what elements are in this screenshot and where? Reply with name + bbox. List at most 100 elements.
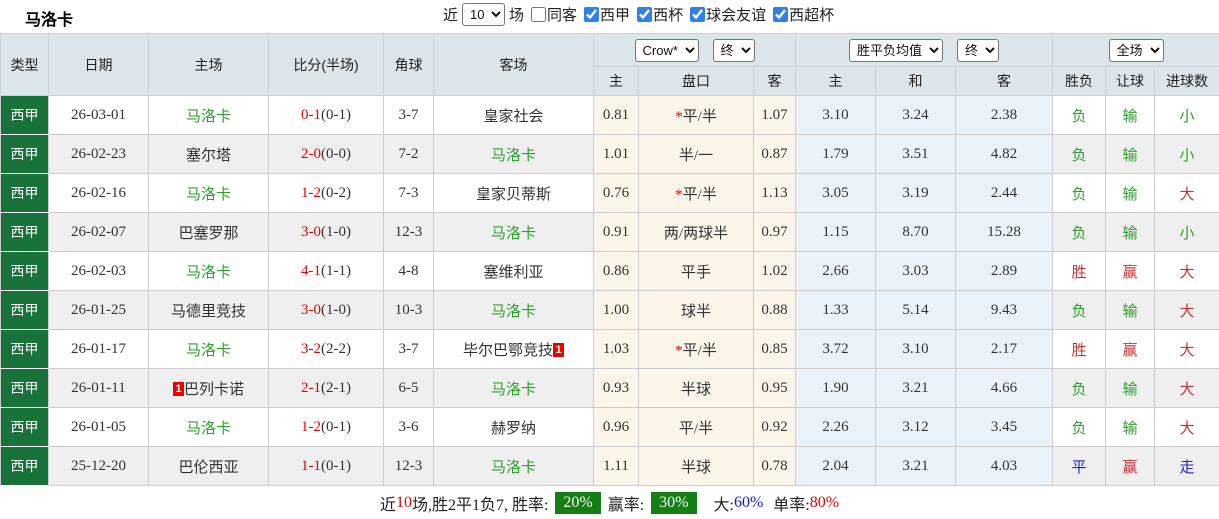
home-team-name[interactable]: 塞尔塔	[186, 148, 231, 164]
home-team-name[interactable]: 马洛卡	[186, 265, 231, 281]
checkbox-cup[interactable]: 西杯	[637, 4, 683, 25]
mean-draw-cell: 3.51	[876, 135, 956, 174]
checkbox-same-away[interactable]: 同客	[531, 4, 577, 25]
result-cell: 负	[1053, 369, 1106, 408]
handicap-star: *	[675, 109, 683, 125]
match-history-table: 类型 日期 主场 比分(半场) 角球 客场 Crow* 终 胜平负均值 终 全场	[0, 33, 1219, 486]
away-team-name[interactable]: 赫罗纳	[491, 421, 536, 437]
away-odds-cell: 1.13	[754, 174, 796, 213]
handicap-result-cell: 输	[1106, 369, 1155, 408]
score-cell: 0-1(0-1)	[269, 96, 384, 135]
same-away-checkbox[interactable]	[531, 7, 546, 22]
handicap-cell: 两/两球半	[639, 213, 754, 252]
mean-away-cell: 4.03	[956, 447, 1053, 486]
away-team-name[interactable]: 皇家社会	[483, 109, 543, 125]
mean-home-cell: 1.15	[796, 213, 876, 252]
mean-away-cell: 15.28	[956, 213, 1053, 252]
home-team-name[interactable]: 巴塞罗那	[178, 226, 238, 242]
home-odds-cell: 0.86	[594, 252, 639, 291]
mean-away-cell: 4.82	[956, 135, 1053, 174]
halftime-score: (0-2)	[321, 185, 351, 201]
home-team-name[interactable]: 马洛卡	[186, 421, 231, 437]
mean-draw-cell: 3.21	[876, 447, 956, 486]
away-team-name[interactable]: 毕尔巴鄂竞技	[463, 343, 553, 359]
corners-cell: 3-7	[384, 330, 434, 369]
corners-cell: 7-2	[384, 135, 434, 174]
score-cell: 4-1(1-1)	[269, 252, 384, 291]
away-odds-cell: 0.88	[754, 291, 796, 330]
away-team-name[interactable]: 马洛卡	[491, 382, 536, 398]
score-cell: 2-0(0-0)	[269, 135, 384, 174]
corners-cell: 7-3	[384, 174, 434, 213]
handicap-cell: 球半	[639, 291, 754, 330]
games-label: 场	[509, 4, 524, 25]
away-team-cell: 马洛卡	[434, 447, 594, 486]
halftime-score: (0-0)	[321, 146, 351, 162]
home-team-cell: 巴塞罗那	[149, 213, 269, 252]
recent-count-select[interactable]: 10	[462, 3, 505, 26]
checkbox-league[interactable]: 西甲	[584, 4, 630, 25]
cup-checkbox[interactable]	[637, 7, 652, 22]
league-checkbox[interactable]	[584, 7, 599, 22]
goals-result-cell: 大	[1155, 369, 1219, 408]
away-team-name[interactable]: 马洛卡	[491, 148, 536, 164]
home-team-name[interactable]: 马德里竞技	[171, 304, 246, 320]
sub-header-mean-home: 主	[796, 67, 876, 96]
sub-header-goals: 进球数	[1155, 67, 1219, 96]
mean-draw-cell: 3.21	[876, 369, 956, 408]
odds-company-select[interactable]: Crow*	[635, 39, 699, 62]
away-team-name[interactable]: 马洛卡	[491, 304, 536, 320]
league-cell: 西甲	[1, 291, 49, 330]
filter-controls: 近 10 场 同客 西甲 西杯 球会友谊 西超杯	[443, 3, 834, 26]
mean-state-select[interactable]: 终	[957, 39, 999, 62]
away-odds-cell: 1.07	[754, 96, 796, 135]
sub-header-odds-home: 主	[594, 67, 639, 96]
checkbox-friendly[interactable]: 球会友谊	[690, 4, 766, 25]
scope-select[interactable]: 全场	[1109, 39, 1164, 62]
away-team-name[interactable]: 马洛卡	[491, 460, 536, 476]
away-team-name[interactable]: 马洛卡	[491, 226, 536, 242]
home-team-cell: 马洛卡	[149, 174, 269, 213]
supercup-checkbox[interactable]	[773, 7, 788, 22]
sub-header-mean-away: 客	[956, 67, 1053, 96]
page-title: 马洛卡	[25, 6, 73, 30]
friendly-checkbox[interactable]	[690, 7, 705, 22]
home-team-name[interactable]: 马洛卡	[186, 187, 231, 203]
checkbox-supercup[interactable]: 西超杯	[773, 4, 834, 25]
table-row: 西甲 26-02-07 巴塞罗那 3-0(1-0) 12-3 马洛卡 0.91 …	[1, 213, 1219, 252]
date-cell: 26-02-16	[49, 174, 149, 213]
score-cell: 3-2(2-2)	[269, 330, 384, 369]
result-cell: 负	[1053, 291, 1106, 330]
mean-type-select[interactable]: 胜平负均值	[849, 39, 943, 62]
home-odds-cell: 1.00	[594, 291, 639, 330]
home-team-name[interactable]: 马洛卡	[186, 109, 231, 125]
goals-result-cell: 大	[1155, 330, 1219, 369]
result-cell: 负	[1053, 408, 1106, 447]
mean-draw-cell: 3.24	[876, 96, 956, 135]
home-team-cell: 马洛卡	[149, 252, 269, 291]
away-odds-cell: 0.85	[754, 330, 796, 369]
away-team-name[interactable]: 塞维利亚	[483, 265, 543, 281]
date-cell: 26-01-25	[49, 291, 149, 330]
handicap-result-cell: 输	[1106, 174, 1155, 213]
away-team-name[interactable]: 皇家贝蒂斯	[476, 187, 551, 203]
league-cell: 西甲	[1, 174, 49, 213]
home-team-name[interactable]: 马洛卡	[186, 343, 231, 359]
mean-away-cell: 3.45	[956, 408, 1053, 447]
goals-result-cell: 小	[1155, 96, 1219, 135]
handicap-cell: 半球	[639, 447, 754, 486]
halftime-score: (0-1)	[321, 458, 351, 474]
handicap-cell: 半/一	[639, 135, 754, 174]
odds-state-select[interactable]: 终	[713, 39, 755, 62]
mean-away-cell: 2.38	[956, 96, 1053, 135]
home-red-card-badge: 1	[173, 382, 184, 396]
goals-result-cell: 走	[1155, 447, 1219, 486]
mean-draw-cell: 8.70	[876, 213, 956, 252]
mean-home-cell: 2.66	[796, 252, 876, 291]
handicap-result-cell: 输	[1106, 135, 1155, 174]
score-cell: 3-0(1-0)	[269, 213, 384, 252]
home-team-name[interactable]: 巴伦西亚	[178, 460, 238, 476]
home-team-name[interactable]: 巴列卡诺	[184, 382, 244, 398]
date-cell: 26-02-07	[49, 213, 149, 252]
sub-header-handicap: 盘口	[639, 67, 754, 96]
